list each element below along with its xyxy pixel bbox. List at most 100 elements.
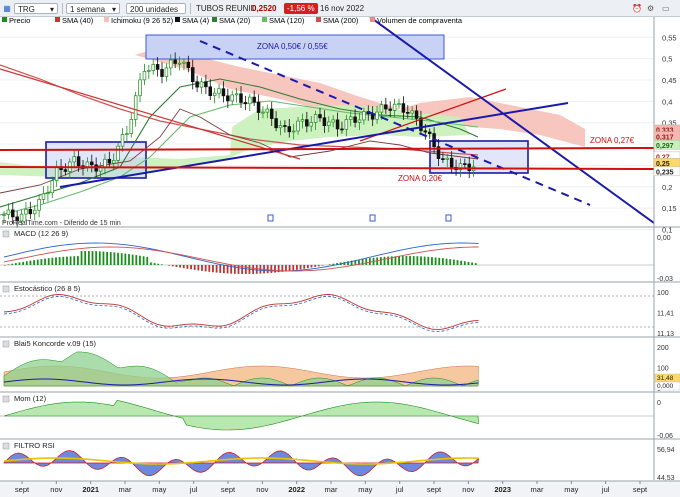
legend: Precio SMA (40) Ichimoku (9 26 52) SMA (… bbox=[2, 17, 463, 25]
candle-body bbox=[72, 156, 76, 163]
price-change-badge: -1,56 % bbox=[284, 3, 318, 14]
macd-bar bbox=[160, 264, 163, 265]
panel-mom[interactable]: Mom (12)0-0,06 bbox=[0, 391, 680, 440]
macd-bar bbox=[431, 257, 433, 265]
candle-body bbox=[423, 130, 428, 133]
candle-body bbox=[208, 86, 213, 97]
rsi-area bbox=[3, 450, 479, 477]
macd-bar bbox=[285, 265, 287, 272]
panel-koncorde[interactable]: Blai5 Koncorde v.09 (15)200100031,480,00… bbox=[0, 336, 680, 393]
macd-bar bbox=[409, 256, 411, 265]
time-tick: jul bbox=[395, 485, 404, 494]
window-icon[interactable]: ▭ bbox=[662, 3, 670, 14]
panel-collapse-icon[interactable] bbox=[2, 340, 10, 348]
macd-bar bbox=[201, 265, 203, 271]
legend-volume[interactable]: Volumen de compraventa bbox=[377, 17, 463, 25]
macd-bar bbox=[69, 256, 72, 265]
macd-bar bbox=[317, 265, 320, 267]
candle-body bbox=[90, 161, 94, 166]
candle-body bbox=[138, 79, 142, 97]
grid-icon[interactable]: ▦ bbox=[2, 3, 12, 14]
macd-bar bbox=[383, 256, 386, 265]
legend-sma120[interactable]: SMA (120) bbox=[269, 17, 305, 25]
units-select[interactable]: 200 unidades▾ bbox=[126, 3, 186, 25]
macd-bar bbox=[171, 265, 174, 267]
macd-bar bbox=[44, 258, 46, 265]
macd-bar bbox=[463, 261, 466, 265]
event-marker[interactable] bbox=[267, 214, 274, 222]
candle-body bbox=[204, 81, 208, 88]
candle-body bbox=[177, 62, 182, 65]
candle-body bbox=[125, 133, 129, 135]
candle-body bbox=[256, 101, 261, 113]
candle-body bbox=[388, 108, 392, 111]
panel-collapse-icon[interactable] bbox=[2, 285, 10, 293]
candle-body bbox=[103, 158, 107, 168]
legend-sma200[interactable]: SMA (200) bbox=[323, 17, 359, 25]
candle-body bbox=[234, 93, 239, 96]
panel-collapse-icon[interactable] bbox=[2, 442, 10, 450]
candle-body bbox=[309, 122, 313, 127]
chart-canvas[interactable]: ZONA 0,50€ / 0,55€ ZONA 0,27€ ZONA 0,20€… bbox=[0, 17, 680, 497]
candle-body bbox=[41, 193, 46, 200]
candle-body bbox=[278, 125, 283, 129]
macd-bar bbox=[321, 265, 324, 266]
macd-bar bbox=[387, 256, 390, 265]
stoch-k bbox=[3, 293, 479, 330]
candle-body bbox=[414, 110, 419, 119]
candle-body bbox=[28, 209, 33, 215]
price-tick: 0,45 bbox=[662, 76, 677, 85]
panel-collapse-icon[interactable] bbox=[2, 230, 10, 238]
candle-body bbox=[375, 111, 379, 120]
macd-bar bbox=[55, 257, 57, 265]
chevron-down-icon: ▾ bbox=[49, 5, 54, 14]
legend-price[interactable]: Precio bbox=[9, 17, 30, 25]
zone-high-label: ZONA 0,50€ / 0,55€ bbox=[257, 42, 328, 51]
time-tick: 2021 bbox=[82, 485, 99, 494]
legend-sma20[interactable]: SMA (20) bbox=[219, 17, 251, 25]
candle-body bbox=[318, 114, 322, 119]
panel-tick: 100 bbox=[657, 366, 669, 373]
macd-bar bbox=[193, 265, 196, 270]
macd-bar bbox=[135, 255, 138, 265]
macd-bar bbox=[22, 261, 25, 265]
candle-body bbox=[129, 119, 134, 134]
candle-body bbox=[63, 169, 68, 172]
candle-body bbox=[169, 59, 173, 69]
candle-body bbox=[226, 95, 230, 102]
event-marker[interactable] bbox=[369, 214, 376, 222]
event-marker[interactable] bbox=[445, 214, 452, 222]
macd-bar bbox=[219, 265, 222, 273]
symbol-select[interactable]: TRG ▾ bbox=[14, 3, 58, 14]
candle-body bbox=[291, 130, 296, 133]
tools-icon[interactable]: ⚙ bbox=[647, 3, 654, 14]
legend-sma40[interactable]: SMA (40) bbox=[62, 17, 94, 25]
candle-body bbox=[427, 131, 432, 134]
candle-body bbox=[248, 96, 252, 105]
macd-bar bbox=[471, 262, 473, 265]
timeframe-select[interactable]: 1 semana ▾ bbox=[66, 3, 120, 14]
time-tick: jul bbox=[189, 485, 198, 494]
macd-bar bbox=[452, 259, 455, 265]
candle-body bbox=[265, 108, 270, 113]
macd-bar bbox=[332, 263, 335, 265]
panel-macd[interactable]: MACD (12 26 9)0,00-0,03 bbox=[0, 226, 680, 283]
panel-stoch[interactable]: Estocástico (26 8 5)10011,4111,13 bbox=[0, 281, 680, 338]
last-price: 0,2520 bbox=[252, 4, 277, 13]
macd-bar bbox=[40, 259, 43, 265]
candle-body bbox=[269, 108, 274, 119]
macd-bar bbox=[58, 257, 61, 265]
macd-bar bbox=[456, 260, 459, 265]
candle-body bbox=[305, 119, 309, 127]
macd-bar bbox=[179, 265, 181, 268]
macd-bar bbox=[124, 253, 127, 265]
panel-collapse-icon[interactable] bbox=[2, 395, 10, 403]
panel-rsi[interactable]: FILTRO RSI56,9444,53 bbox=[0, 438, 680, 482]
legend-sma4[interactable]: SMA (4) bbox=[182, 17, 210, 25]
alarm-icon[interactable]: ⏰ bbox=[632, 3, 642, 14]
macd-bar bbox=[18, 262, 21, 265]
candle-body bbox=[221, 88, 226, 97]
candle-body bbox=[54, 166, 59, 181]
legend-ichimoku[interactable]: Ichimoku (9 26 52) bbox=[111, 17, 174, 25]
timeframe-label: 1 semana bbox=[70, 5, 106, 14]
